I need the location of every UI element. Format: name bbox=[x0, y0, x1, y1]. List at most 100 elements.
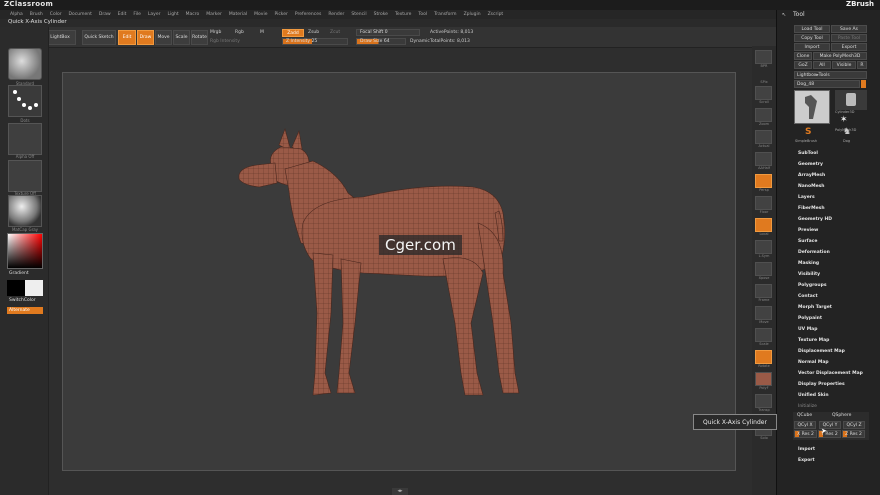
qsphere-button[interactable]: QSphere bbox=[832, 413, 851, 418]
simplebrush-icon[interactable]: S bbox=[805, 127, 811, 137]
masking-menu[interactable]: Masking bbox=[798, 261, 819, 266]
menu-item[interactable]: Material bbox=[229, 12, 247, 17]
rotate-view-button[interactable] bbox=[755, 350, 772, 364]
draw-button[interactable]: Draw bbox=[137, 30, 154, 45]
menu-item[interactable]: Document bbox=[69, 12, 92, 17]
deformation-menu[interactable]: Deformation bbox=[798, 250, 830, 255]
local-button[interactable] bbox=[755, 218, 772, 232]
rgb-toggle[interactable]: Rgb bbox=[235, 30, 244, 35]
scale-button[interactable]: Scale bbox=[173, 30, 190, 45]
alternate-button[interactable]: Alternate bbox=[7, 307, 43, 314]
draw-size-slider[interactable]: Draw Size 64 bbox=[356, 38, 406, 45]
gradient-label[interactable]: Gradient bbox=[9, 271, 29, 276]
quick-sketch-button[interactable]: Quick Sketch bbox=[82, 30, 116, 45]
paste-tool-button[interactable]: Paste Tool bbox=[831, 34, 867, 42]
menu-item[interactable]: Transform bbox=[434, 12, 456, 17]
nanomesh-menu[interactable]: NanoMesh bbox=[798, 184, 825, 189]
dynamic-toggle[interactable]: Dynamic bbox=[410, 39, 430, 44]
bottom-tray-arrow-icon[interactable]: ◂▸ bbox=[392, 488, 408, 495]
lsym-button[interactable] bbox=[755, 240, 772, 254]
polypaint-menu[interactable]: Polypaint bbox=[798, 316, 822, 321]
persp-button[interactable] bbox=[755, 174, 772, 188]
export-menu[interactable]: Export bbox=[798, 458, 815, 463]
menu-item[interactable]: Alpha bbox=[10, 12, 23, 17]
lightbox-tools-button[interactable]: Lightbox▸Tools bbox=[794, 71, 867, 79]
actual-button[interactable] bbox=[755, 130, 772, 144]
bpr-button[interactable] bbox=[755, 50, 772, 64]
menu-item[interactable]: Picker bbox=[274, 12, 287, 17]
move-button[interactable]: Move bbox=[155, 30, 172, 45]
material-thumbnail[interactable] bbox=[8, 195, 42, 227]
scale-view-button[interactable] bbox=[755, 328, 772, 342]
geometry-hd-menu[interactable]: Geometry HD bbox=[798, 217, 832, 222]
visibility-menu[interactable]: Visibility bbox=[798, 272, 820, 277]
menu-item[interactable]: Render bbox=[328, 12, 344, 17]
z-res-slider[interactable]: Z Res 2 bbox=[842, 430, 865, 438]
qcyl-z-button[interactable]: QCyl Z bbox=[843, 421, 865, 429]
displacement-map-menu[interactable]: Displacement Map bbox=[798, 349, 845, 354]
menu-item[interactable]: Preferences bbox=[295, 12, 321, 17]
menu-item[interactable]: Texture bbox=[395, 12, 411, 17]
texture-thumbnail[interactable] bbox=[8, 160, 42, 192]
load-tool-button[interactable]: Load Tool bbox=[794, 25, 830, 33]
vector-displacement-map-menu[interactable]: Vector Displacement Map bbox=[798, 371, 863, 376]
menu-item[interactable]: Stencil bbox=[351, 12, 366, 17]
qcube-button[interactable]: QCube bbox=[797, 413, 812, 418]
transp-button[interactable] bbox=[755, 394, 772, 408]
import-button[interactable]: Import bbox=[794, 43, 830, 51]
menu-item[interactable]: Stroke bbox=[374, 12, 388, 17]
clone-button[interactable]: Clone bbox=[794, 52, 812, 60]
canvas-viewport[interactable] bbox=[62, 72, 736, 471]
main-color-swatch[interactable] bbox=[7, 280, 25, 296]
menu-item[interactable]: Tool bbox=[418, 12, 427, 17]
menu-item[interactable]: Draw bbox=[99, 12, 111, 17]
normal-map-menu[interactable]: Normal Map bbox=[798, 360, 829, 365]
current-tool-slider-handle[interactable] bbox=[861, 80, 866, 88]
fibermesh-menu[interactable]: FiberMesh bbox=[798, 206, 825, 211]
arraymesh-menu[interactable]: ArrayMesh bbox=[798, 173, 825, 178]
polymesh-star-icon[interactable]: ✶ bbox=[840, 115, 848, 125]
texture-map-menu[interactable]: Texture Map bbox=[798, 338, 829, 343]
geometry-menu[interactable]: Geometry bbox=[798, 162, 823, 167]
collapse-arrow-icon[interactable]: ↖ bbox=[782, 12, 786, 18]
move-view-button[interactable] bbox=[755, 306, 772, 320]
zcut-button[interactable]: Zcut bbox=[330, 30, 340, 35]
z-intensity-slider[interactable]: Z Intensity 25 bbox=[282, 38, 348, 45]
goz-button[interactable]: GoZ bbox=[794, 61, 812, 69]
menu-item[interactable]: Layer bbox=[148, 12, 161, 17]
polyf-button[interactable] bbox=[755, 372, 772, 386]
zoom-button[interactable] bbox=[755, 108, 772, 122]
all-button[interactable]: All bbox=[813, 61, 831, 69]
menu-item[interactable]: Zscript bbox=[488, 12, 504, 17]
rgb-intensity-slider[interactable]: Rgb Intensity bbox=[210, 39, 240, 44]
m-toggle[interactable]: M bbox=[260, 30, 264, 35]
floor-button[interactable] bbox=[755, 196, 772, 210]
current-tool-slider[interactable]: Dog_48 bbox=[794, 80, 860, 88]
save-as-button[interactable]: Save As bbox=[831, 25, 867, 33]
r-button[interactable]: R bbox=[857, 61, 867, 69]
x-res-slider[interactable]: X Res 2 bbox=[794, 430, 817, 438]
secondary-color-swatch[interactable] bbox=[25, 280, 43, 296]
menu-item[interactable]: Macro bbox=[186, 12, 200, 17]
visible-button[interactable]: Visible bbox=[832, 61, 856, 69]
menu-item[interactable]: Marker bbox=[206, 12, 222, 17]
morph-target-menu[interactable]: Morph Target bbox=[798, 305, 832, 310]
menu-item[interactable]: File bbox=[133, 12, 141, 17]
contact-menu[interactable]: Contact bbox=[798, 294, 818, 299]
alpha-thumbnail[interactable] bbox=[8, 123, 42, 155]
layers-menu[interactable]: Layers bbox=[798, 195, 815, 200]
zsub-button[interactable]: Zsub bbox=[308, 30, 319, 35]
stroke-thumbnail[interactable] bbox=[8, 85, 42, 117]
import-menu[interactable]: Import bbox=[798, 447, 815, 452]
dog-small-icon[interactable]: ♞ bbox=[843, 127, 851, 137]
spix-label[interactable]: SPix bbox=[752, 80, 776, 84]
frame-button[interactable] bbox=[755, 284, 772, 298]
subtool-menu[interactable]: SubTool bbox=[798, 151, 818, 156]
surface-menu[interactable]: Surface bbox=[798, 239, 817, 244]
menu-item[interactable]: Light bbox=[167, 12, 178, 17]
scroll-button[interactable] bbox=[755, 86, 772, 100]
qcyl-x-button[interactable]: QCyl X bbox=[794, 421, 816, 429]
menu-item[interactable]: Edit bbox=[118, 12, 127, 17]
copy-tool-button[interactable]: Copy Tool bbox=[794, 34, 830, 42]
color-picker[interactable] bbox=[7, 233, 43, 269]
